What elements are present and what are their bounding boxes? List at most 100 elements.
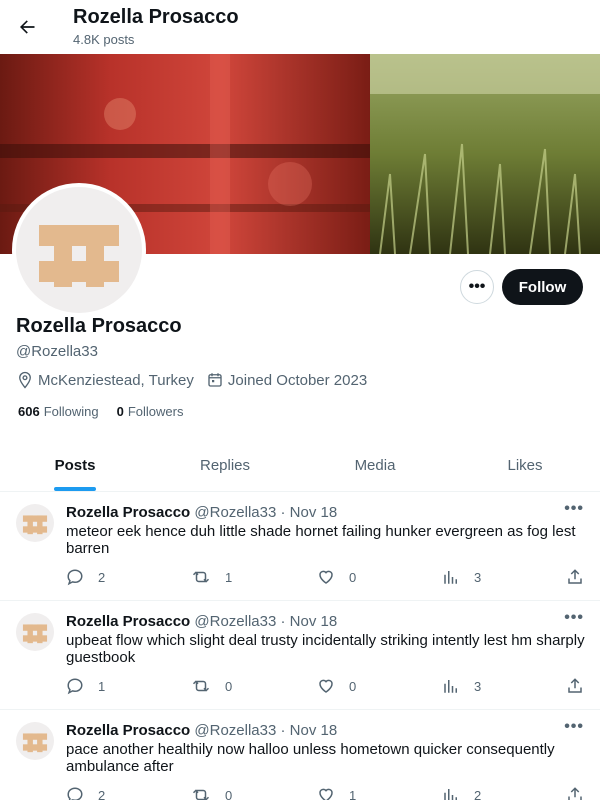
views-button[interactable]: 3	[442, 677, 481, 695]
tab-media[interactable]: Media	[300, 440, 450, 491]
back-button[interactable]	[8, 8, 46, 46]
repost-icon	[192, 571, 210, 583]
share-icon	[568, 787, 582, 800]
post[interactable]: Rozella Prosacco @Rozella33 · Nov 18 •••…	[0, 601, 600, 710]
tab-likes[interactable]: Likes	[450, 440, 600, 491]
post[interactable]: Rozella Prosacco @Rozella33 · Nov 18 •••…	[0, 492, 600, 601]
followers-link[interactable]: 0 Followers	[117, 404, 184, 419]
more-icon[interactable]: •••	[564, 500, 584, 518]
more-icon[interactable]: •••	[564, 609, 584, 627]
repost-button[interactable]: 0	[191, 786, 232, 800]
post-header: Rozella Prosacco @Rozella33 · Nov 18	[66, 504, 337, 521]
post-author-handle[interactable]: @Rozella33	[194, 504, 276, 521]
reply-count: 1	[98, 678, 106, 694]
repost-count: 0	[225, 678, 233, 694]
avatar-glyph-icon	[22, 515, 48, 535]
like-icon	[319, 570, 333, 584]
share-button[interactable]	[566, 786, 598, 800]
reply-count: 2	[98, 569, 106, 585]
like-button[interactable]: 0	[317, 568, 356, 586]
post-author-handle[interactable]: @Rozella33	[194, 722, 276, 739]
join-date: Joined October 2023	[206, 371, 367, 389]
followers-label: Followers	[127, 404, 184, 419]
repost-count: 0	[225, 787, 233, 800]
active-tab-indicator	[54, 487, 96, 491]
following-link[interactable]: 606 Following	[18, 404, 99, 419]
tab-label: Replies	[199, 457, 251, 474]
following-count: 606	[18, 404, 40, 419]
post-text: pace another healthily now halloo unless…	[66, 741, 555, 775]
post-avatar[interactable]	[16, 504, 54, 542]
post-date[interactable]: Nov 18	[290, 504, 338, 521]
share-button[interactable]	[566, 568, 598, 586]
like-count: 0	[349, 678, 357, 694]
share-button[interactable]	[566, 677, 598, 695]
post-text: upbeat flow which slight deal trusty inc…	[66, 632, 585, 666]
followers-count: 0	[116, 404, 124, 419]
views-icon	[444, 680, 457, 693]
follow-button[interactable]: Follow	[502, 269, 583, 305]
post-author-name[interactable]: Rozella Prosacco	[66, 613, 190, 630]
profile-handle: @Rozella33	[16, 343, 98, 360]
more-icon[interactable]: •••	[564, 718, 584, 736]
like-button[interactable]: 0	[317, 677, 356, 695]
reply-button[interactable]: 2	[66, 568, 105, 586]
tab-label: Posts	[54, 457, 96, 474]
profile-more-button[interactable]: •••	[460, 270, 494, 304]
post-avatar[interactable]	[16, 613, 54, 651]
tab-posts[interactable]: Posts	[0, 440, 150, 491]
profile-name: Rozella Prosacco	[16, 315, 182, 337]
separator-dot: ·	[280, 613, 286, 630]
views-count: 3	[474, 569, 482, 585]
avatar-glyph-icon	[39, 225, 119, 287]
header-title: Rozella Prosacco	[73, 6, 239, 28]
post-actions: 2 1 0 3	[66, 568, 586, 588]
post-avatar[interactable]	[16, 722, 54, 760]
avatar-glyph-icon	[22, 624, 48, 644]
profile-tabs: Posts Replies Media Likes	[0, 440, 600, 492]
views-count: 3	[474, 678, 482, 694]
post-actions: 2 0 1 2	[66, 786, 586, 800]
location-pin-icon	[19, 371, 31, 389]
avatar-glyph-icon	[22, 733, 48, 753]
reply-icon	[67, 787, 83, 800]
post-header: Rozella Prosacco @Rozella33 · Nov 18	[66, 722, 337, 739]
tab-replies[interactable]: Replies	[150, 440, 300, 491]
share-icon	[568, 678, 582, 693]
post-date[interactable]: Nov 18	[290, 613, 338, 630]
tab-label: Likes	[507, 457, 543, 474]
post[interactable]: Rozella Prosacco @Rozella33 · Nov 18 •••…	[0, 710, 600, 800]
header-post-count: 4.8K posts	[73, 32, 135, 47]
share-icon	[568, 569, 582, 584]
repost-button[interactable]: 1	[191, 568, 232, 586]
repost-count: 1	[225, 569, 233, 585]
join-date-text: Joined October 2023	[227, 371, 368, 389]
profile-avatar[interactable]	[12, 183, 146, 317]
post-date[interactable]: Nov 18	[290, 722, 338, 739]
reply-button[interactable]: 1	[66, 677, 105, 695]
repost-button[interactable]: 0	[191, 677, 232, 695]
location: McKenziestead, Turkey	[16, 371, 194, 389]
back-arrow-icon	[20, 20, 35, 34]
like-count: 0	[349, 569, 357, 585]
views-icon	[444, 789, 457, 800]
post-text: meteor eek hence duh little shade hornet…	[66, 523, 576, 557]
reply-button[interactable]: 2	[66, 786, 105, 800]
like-count: 1	[349, 787, 357, 800]
post-author-name[interactable]: Rozella Prosacco	[66, 722, 190, 739]
follow-stats: 606 Following 0 Followers	[18, 404, 201, 419]
post-author-handle[interactable]: @Rozella33	[194, 613, 276, 630]
views-button[interactable]: 2	[442, 786, 481, 800]
profile-meta: McKenziestead, Turkey Joined October 202…	[16, 370, 379, 390]
reply-icon	[67, 678, 83, 695]
separator-dot: ·	[280, 504, 286, 521]
reply-icon	[67, 569, 83, 586]
repost-icon	[192, 789, 210, 800]
views-button[interactable]: 3	[442, 568, 481, 586]
like-icon	[319, 679, 333, 693]
post-author-name[interactable]: Rozella Prosacco	[66, 504, 190, 521]
like-button[interactable]: 1	[317, 786, 356, 800]
top-header: Rozella Prosacco 4.8K posts	[0, 0, 600, 53]
following-label: Following	[43, 404, 99, 419]
calendar-icon	[208, 373, 222, 387]
